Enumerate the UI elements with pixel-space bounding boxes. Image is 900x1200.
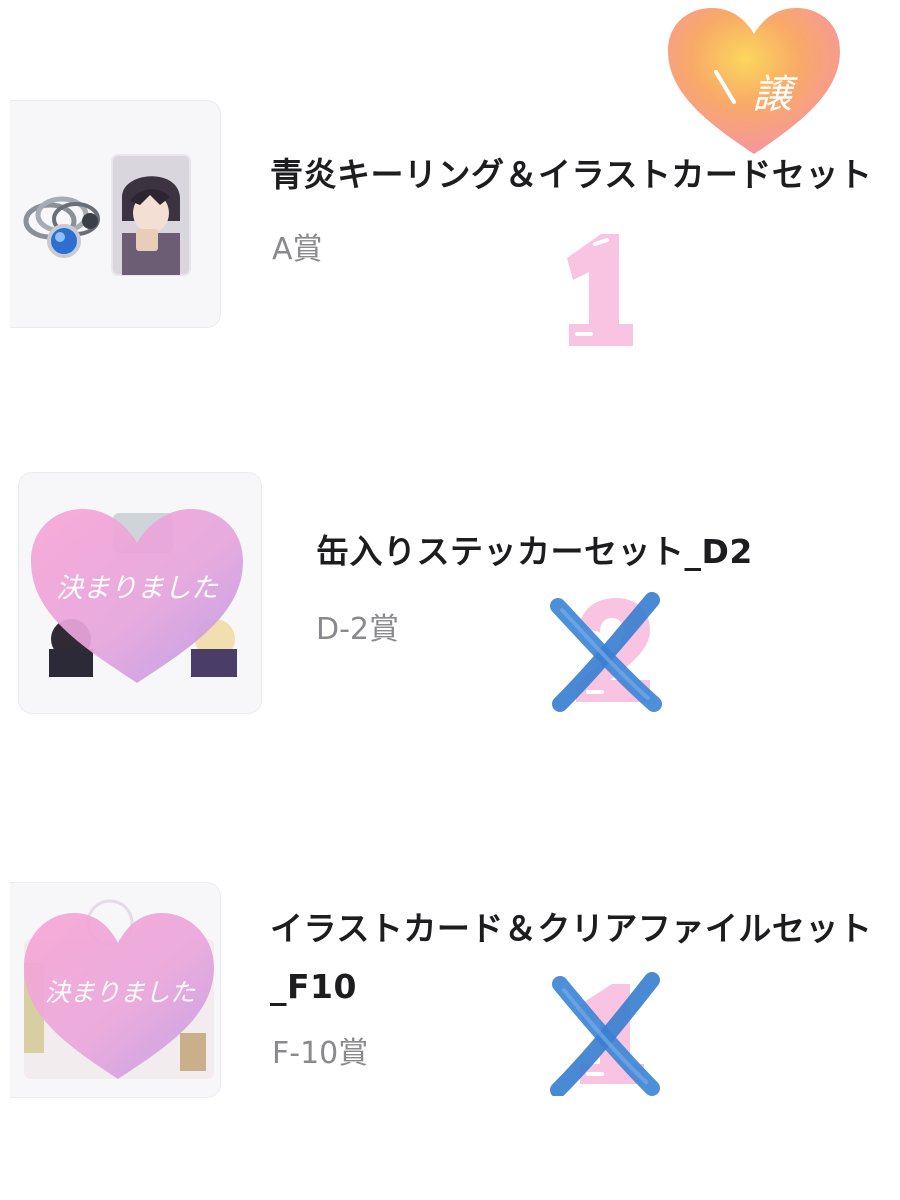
number-mark	[555, 228, 645, 352]
ring-icon	[23, 196, 100, 258]
item-thumbnail[interactable]: 決まりました	[18, 472, 262, 714]
heart-sticker-icon: 譲	[664, 6, 844, 158]
item-thumbnail[interactable]: 決まりました	[10, 882, 221, 1098]
status-label: 決まりました	[56, 573, 219, 604]
item-title[interactable]: 缶入りステッカーセット_D2	[316, 527, 753, 577]
item-prize: D-2賞	[316, 612, 400, 647]
cross-mark-icon	[548, 592, 664, 712]
prize-list-screen: 譲 青炎キーリング＆イラストカードセット A賞 決まりました 缶入りステッカーセ…	[0, 0, 900, 1200]
item-prize: F-10賞	[272, 1036, 369, 1071]
status-label: 決まりました	[45, 978, 196, 1007]
item-title[interactable]: 青炎キーリング＆イラストカードセット	[270, 150, 892, 200]
item-title-container[interactable]: 青炎キーリング＆イラストカードセット	[270, 150, 892, 206]
cross-mark-icon	[548, 970, 664, 1096]
illustration-card-image	[111, 154, 191, 276]
item-thumbnail[interactable]	[10, 100, 221, 328]
item-prize: A賞	[272, 232, 323, 267]
corner-sticker-label: 譲	[752, 72, 798, 118]
